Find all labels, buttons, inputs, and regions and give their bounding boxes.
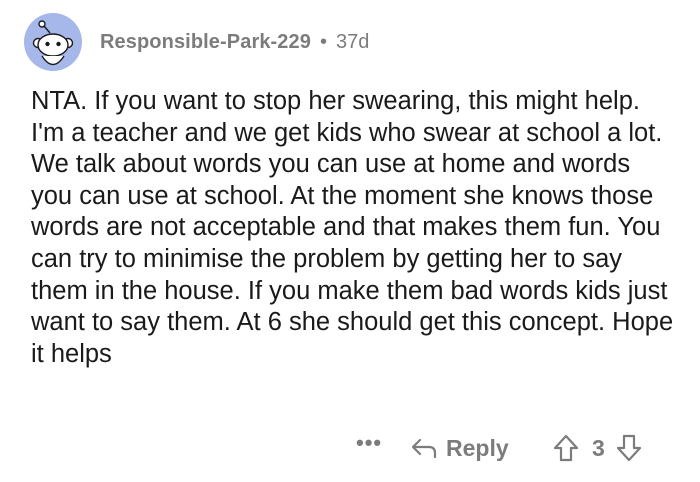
vote-controls: 3 bbox=[552, 428, 643, 468]
vote-score: 3 bbox=[592, 434, 605, 461]
upvote-arrow-icon[interactable] bbox=[552, 433, 580, 463]
reply-button[interactable]: Reply bbox=[410, 428, 509, 468]
comment-body: NTA. If you want to stop her swearing, t… bbox=[31, 87, 674, 368]
comment-age: 37d bbox=[336, 30, 370, 53]
comment-actions: ••• Reply 3 bbox=[0, 428, 700, 468]
reply-label: Reply bbox=[446, 434, 509, 461]
reply-arrow-icon bbox=[410, 436, 438, 460]
snoo-avatar-icon[interactable] bbox=[24, 13, 82, 71]
comment-header: Responsible-Park-229 • 37d bbox=[24, 12, 369, 72]
meta-separator: • bbox=[319, 30, 327, 53]
comment-author[interactable]: Responsible-Park-229 bbox=[100, 31, 311, 54]
more-options-icon[interactable]: ••• bbox=[356, 430, 382, 456]
comment-card: Responsible-Park-229 • 37d NTA. If you w… bbox=[0, 0, 700, 482]
downvote-arrow-icon[interactable] bbox=[615, 433, 643, 463]
